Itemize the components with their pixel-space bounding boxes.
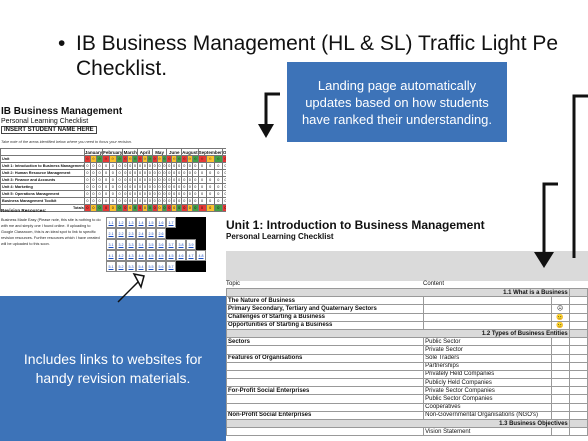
mark-arrowhead-icon: [534, 252, 554, 268]
mark-arrow-icon: [542, 182, 558, 254]
arrows-overlay: [117, 92, 588, 303]
links-arrow-icon: [117, 281, 139, 303]
landing-arrowhead-icon: [258, 124, 274, 138]
edge-bracket-icon: [572, 94, 588, 258]
landing-arrow-icon: [264, 92, 280, 126]
